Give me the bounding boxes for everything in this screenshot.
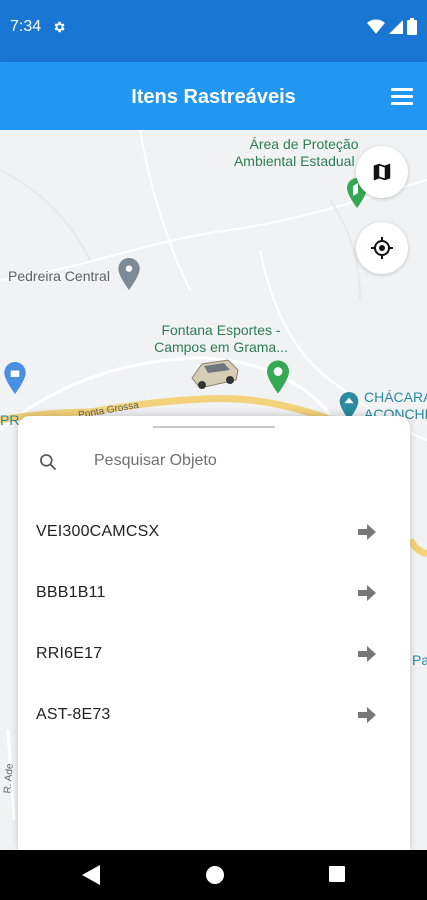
list-item[interactable]: VEI300CAMCSX bbox=[18, 502, 410, 563]
status-indicators bbox=[367, 18, 417, 35]
green-pin-icon bbox=[267, 360, 289, 394]
map-label-pedreira: Pedreira Central bbox=[8, 268, 110, 284]
settings-gear-icon bbox=[54, 21, 65, 33]
map-label-line: Fontana Esportes - bbox=[161, 322, 281, 338]
item-label: VEI300CAMCSX bbox=[36, 523, 160, 540]
signal-icon bbox=[389, 19, 403, 34]
search-icon bbox=[40, 454, 57, 471]
my-location-button[interactable] bbox=[356, 222, 408, 274]
arrow-right-icon bbox=[358, 524, 376, 540]
gray-pin-icon bbox=[118, 258, 140, 290]
status-time: 7:34 bbox=[10, 18, 42, 35]
system-nav-bar bbox=[0, 850, 427, 900]
map-label-pa: Pa bbox=[412, 652, 427, 668]
map-label-street: R. Ade bbox=[2, 763, 16, 794]
map-layers-button[interactable] bbox=[356, 146, 408, 198]
status-bar: 7:34 bbox=[0, 0, 427, 62]
map-label-line: Campos em Grama... bbox=[154, 339, 288, 355]
tracked-items-list: VEI300CAMCSX BBB1B11 RRI6E17 AST-8E73 bbox=[18, 502, 410, 746]
item-label: RRI6E17 bbox=[36, 645, 103, 662]
vehicle-car-icon[interactable] bbox=[188, 356, 242, 392]
home-circle-icon[interactable] bbox=[205, 865, 225, 885]
crosshair-location-icon bbox=[371, 237, 393, 259]
search-bar bbox=[18, 444, 410, 478]
arrow-right-icon bbox=[358, 707, 376, 723]
item-label: BBB1B11 bbox=[36, 584, 106, 601]
wifi-icon bbox=[367, 19, 385, 34]
menu-hamburger-icon[interactable] bbox=[391, 88, 413, 106]
list-item[interactable]: AST-8E73 bbox=[18, 685, 410, 746]
map-icon bbox=[373, 163, 391, 181]
recents-square-icon[interactable] bbox=[328, 865, 346, 883]
map-label-pr: PR bbox=[0, 412, 20, 428]
app-bar: Itens Rastreáveis bbox=[0, 62, 427, 130]
map-label-line: CHÁCARA bbox=[364, 389, 427, 405]
map-label-fontana: Fontana Esportes - Campos em Grama... bbox=[146, 322, 296, 356]
search-input[interactable] bbox=[94, 448, 384, 474]
item-label: AST-8E73 bbox=[36, 706, 111, 723]
battery-icon bbox=[407, 18, 417, 35]
list-item[interactable]: BBB1B11 bbox=[18, 563, 410, 624]
blue-pin-icon bbox=[4, 362, 26, 394]
tracked-items-sheet: VEI300CAMCSX BBB1B11 RRI6E17 AST-8E73 bbox=[18, 416, 410, 850]
back-triangle-icon[interactable] bbox=[82, 865, 100, 885]
arrow-right-icon bbox=[358, 585, 376, 601]
list-item[interactable]: RRI6E17 bbox=[18, 624, 410, 685]
page-title: Itens Rastreáveis bbox=[131, 86, 296, 108]
drag-handle[interactable] bbox=[153, 426, 275, 428]
arrow-right-icon bbox=[358, 646, 376, 662]
